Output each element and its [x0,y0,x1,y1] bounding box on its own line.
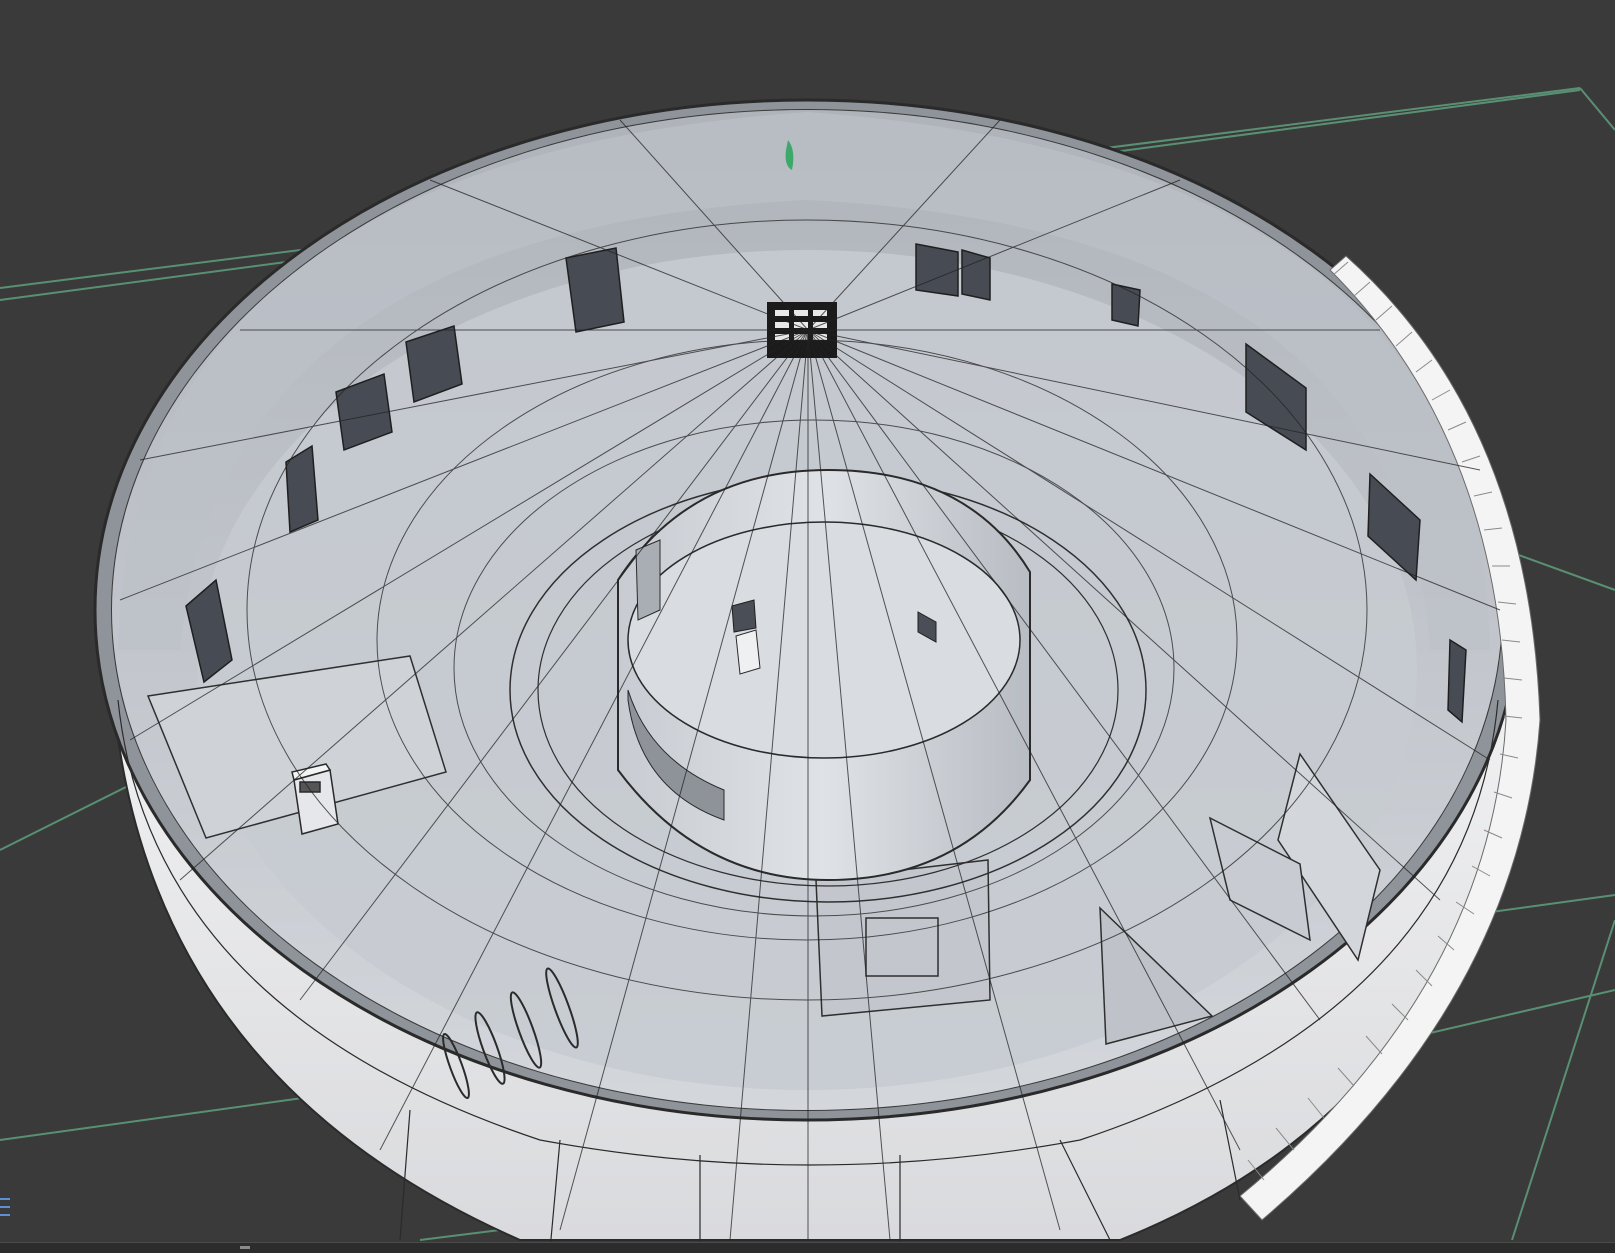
status-indicator [240,1246,250,1249]
status-strip [0,1242,1615,1253]
3d-viewport[interactable] [0,0,1615,1253]
axis-gizmo-icon [0,1196,12,1222]
scene-canvas[interactable] [0,0,1615,1253]
